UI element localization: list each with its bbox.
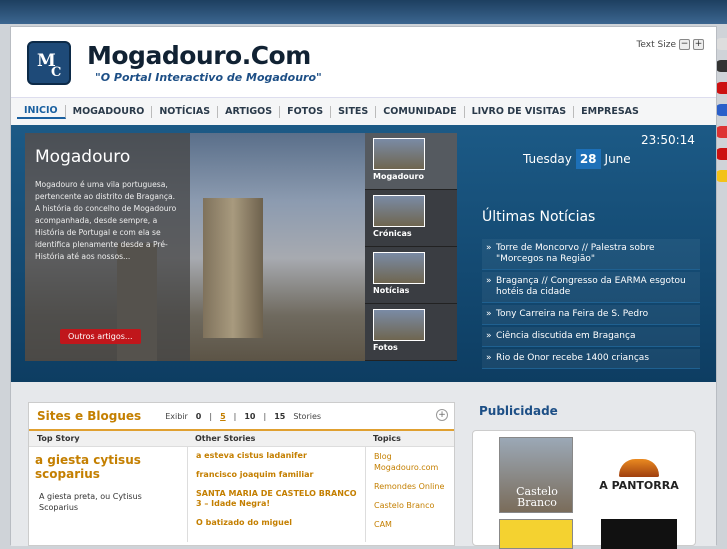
nav-item-empresas[interactable]: EMPRESAS: [574, 106, 646, 118]
exibir-label: Exibir: [165, 411, 188, 421]
site-subtitle: "O Portal Interactivo de Mogadouro": [95, 71, 322, 84]
text-size-minus-button[interactable]: −: [679, 39, 690, 50]
topic-link[interactable]: Remondes Online: [374, 481, 446, 492]
news-title: Últimas Notícias: [482, 209, 596, 225]
thumb-fotos[interactable]: Fotos: [365, 304, 457, 361]
thumb-label: Fotos: [373, 343, 398, 352]
expand-icon[interactable]: +: [436, 409, 448, 421]
ads-box: Castelo Branco A PANTORRA: [472, 430, 696, 549]
ad-a-pantorra[interactable]: A PANTORRA: [599, 459, 679, 492]
pantorra-logo-icon: [619, 459, 659, 477]
lower-section: Sites e Blogues Exibir 0 | 5 | 10 | 15 Stor…: [11, 382, 716, 549]
col-other-stories: Other Stories: [195, 434, 256, 443]
site-logo[interactable]: M C: [27, 41, 71, 85]
date-month: June: [604, 152, 631, 166]
nav-item-inicio[interactable]: INICIO: [17, 104, 66, 119]
stories-option-15[interactable]: 15: [274, 412, 285, 421]
sites-title: Sites e Blogues: [37, 409, 142, 423]
col-top-story: Top Story: [37, 434, 80, 443]
topics-list: Blog Mogadouro.com Remondes Online Caste…: [365, 447, 454, 542]
clock-time: 23:50:14: [641, 133, 695, 147]
site-title[interactable]: Mogadouro.Com: [87, 41, 311, 70]
main-nav: INICIO MOGADOURO NOTÍCIAS ARTIGOS FOTOS …: [11, 97, 716, 125]
other-articles-button[interactable]: Outros artigos...: [60, 329, 141, 344]
news-item[interactable]: Rio de Onor recebe 1400 crianças: [482, 349, 700, 369]
publicidade-title: Publicidade: [479, 404, 558, 418]
date-day: 28: [575, 149, 601, 169]
news-item[interactable]: Torre de Moncorvo // Palestra sobre "Mor…: [482, 239, 700, 270]
sites-header: Sites e Blogues Exibir 0 | 5 | 10 | 15 Stor…: [29, 403, 454, 431]
feature-slider: Mogadouro Mogadouro é uma vila portugues…: [25, 133, 457, 361]
stories-option-0[interactable]: 0: [196, 412, 202, 421]
sites-rows: a giesta cytisus scoparius A giesta pret…: [29, 447, 454, 542]
nav-item-sites[interactable]: SITES: [331, 105, 377, 118]
text-size-control: Text Size − +: [636, 39, 704, 50]
thumb-image: [373, 195, 425, 227]
date-display: Tuesday 28 June: [523, 149, 631, 169]
other-story[interactable]: francisco joaquim familiar: [196, 470, 357, 480]
feature-title: Mogadouro: [35, 147, 131, 167]
page-container: M C Mogadouro.Com "O Portal Interactivo …: [10, 26, 717, 549]
ad-label: Castelo Branco: [516, 485, 558, 509]
feature-thumbs: Mogadouro Crónicas Notícias Fotos: [365, 133, 457, 361]
thumb-label: Crónicas: [373, 229, 412, 238]
ad-label: A PANTORRA: [599, 479, 679, 492]
text-size-label: Text Size: [636, 39, 676, 50]
feature-text: Mogadouro é uma vila portuguesa, pertenc…: [35, 180, 177, 261]
stories-label: Stories: [293, 411, 322, 421]
thumb-mogadouro[interactable]: Mogadouro: [365, 133, 457, 190]
stories-option-5[interactable]: 5: [220, 412, 226, 421]
nav-item-livro-de-visitas[interactable]: LIVRO DE VISITAS: [465, 105, 575, 118]
text-size-plus-button[interactable]: +: [693, 39, 704, 50]
thumb-noticias[interactable]: Notícias: [365, 247, 457, 304]
thumb-image: [373, 309, 425, 341]
sites-columns: Top Story Other Stories Topics: [29, 431, 454, 447]
ad-castelo-branco[interactable]: Castelo Branco: [499, 437, 573, 513]
thumb-cronicas[interactable]: Crónicas: [365, 190, 457, 247]
nav-item-mogadouro[interactable]: MOGADOURO: [66, 105, 153, 118]
top-story: a giesta cytisus scoparius A giesta pret…: [29, 447, 187, 542]
other-story[interactable]: a esteva cistus ladanifer: [196, 451, 357, 461]
topic-link[interactable]: CAM: [374, 519, 446, 530]
news-list: Torre de Moncorvo // Palestra sobre "Mor…: [482, 239, 700, 371]
nav-item-artigos[interactable]: ARTIGOS: [218, 105, 281, 118]
sites-blogs-panel: Sites e Blogues Exibir 0 | 5 | 10 | 15 Stor…: [28, 402, 455, 546]
thumb-image: [373, 252, 425, 284]
other-story[interactable]: SANTA MARIA DE CASTELO BRANCO 3 – Idade …: [196, 489, 357, 509]
col-topics: Topics: [373, 434, 401, 443]
feature-overlay: Mogadouro Mogadouro é uma vila portugues…: [25, 133, 190, 361]
top-bar: [0, 0, 727, 24]
stories-option-10[interactable]: 10: [244, 412, 255, 421]
thumb-label: Mogadouro: [373, 172, 424, 181]
topic-link[interactable]: Blog Mogadouro.com: [374, 451, 446, 473]
top-story-desc: A giesta preta, ou Cytisus Scoparius: [39, 492, 142, 512]
nav-item-fotos[interactable]: FOTOS: [280, 105, 332, 118]
news-item[interactable]: Ciência discutida em Bragança: [482, 327, 700, 347]
date-weekday: Tuesday: [523, 152, 572, 166]
hero-section: Mogadouro Mogadouro é uma vila portugues…: [11, 125, 716, 382]
news-item[interactable]: Tony Carreira na Feira de S. Pedro: [482, 305, 700, 325]
news-item[interactable]: Bragança // Congresso da EARMA esgotou h…: [482, 272, 700, 303]
stories-count-selector: Exibir 0 | 5 | 10 | 15 Stories: [165, 411, 322, 421]
other-story[interactable]: O batizado do miguel: [196, 518, 357, 528]
topic-link[interactable]: Castelo Branco: [374, 500, 446, 511]
logo-letter: C: [51, 65, 62, 80]
nav-item-noticias[interactable]: NOTÍCIAS: [152, 105, 219, 118]
thumb-label: Notícias: [373, 286, 410, 295]
thumb-image: [373, 138, 425, 170]
castle-tower-image: [203, 198, 263, 338]
nav-item-comunidade[interactable]: COMUNIDADE: [376, 105, 465, 118]
other-stories: a esteva cistus ladanifer francisco joaq…: [187, 447, 365, 542]
top-story-title[interactable]: a giesta cytisus scoparius: [35, 453, 181, 481]
